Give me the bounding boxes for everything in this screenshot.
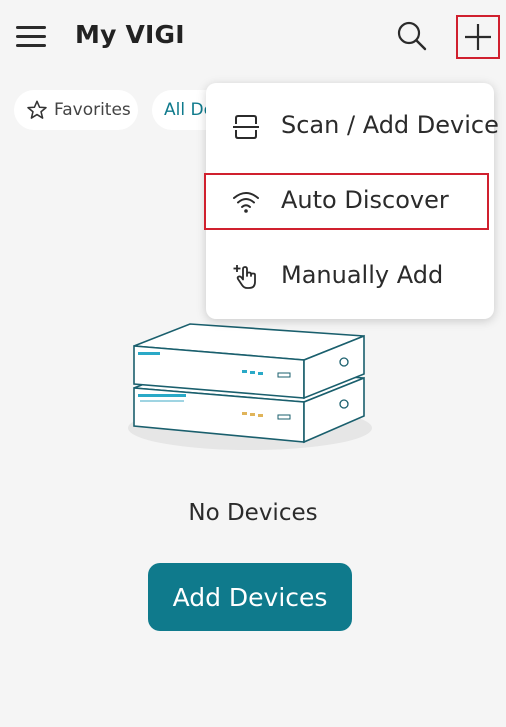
add-button[interactable] [456,15,500,59]
search-icon[interactable] [396,20,428,52]
favorites-filter-chip[interactable]: Favorites [14,90,138,130]
empty-state-message: No Devices [188,500,318,526]
menu-item-scan-add-device[interactable]: Scan / Add Device [206,99,499,155]
menu-item-label: Scan / Add Device [281,111,499,139]
scan-icon [232,113,260,141]
favorites-label: Favorites [54,100,131,120]
add-dropdown-menu: Scan / Add Device Auto Discover Manually… [204,83,499,319]
star-icon [27,100,47,119]
menu-line [16,35,46,38]
page-title: My VIGI [75,20,185,49]
menu-item-label: Manually Add [281,261,444,289]
hamburger-menu-icon[interactable] [16,26,46,48]
menu-item-manually-add[interactable]: Manually Add [206,249,494,305]
tap-add-icon [232,263,260,291]
menu-line [16,26,46,29]
auto-discover-highlight [204,173,489,230]
plus-icon [465,24,491,50]
menu-line [16,44,46,47]
add-devices-button[interactable]: Add Devices [148,563,352,631]
stacked-devices-illustration [118,318,382,458]
